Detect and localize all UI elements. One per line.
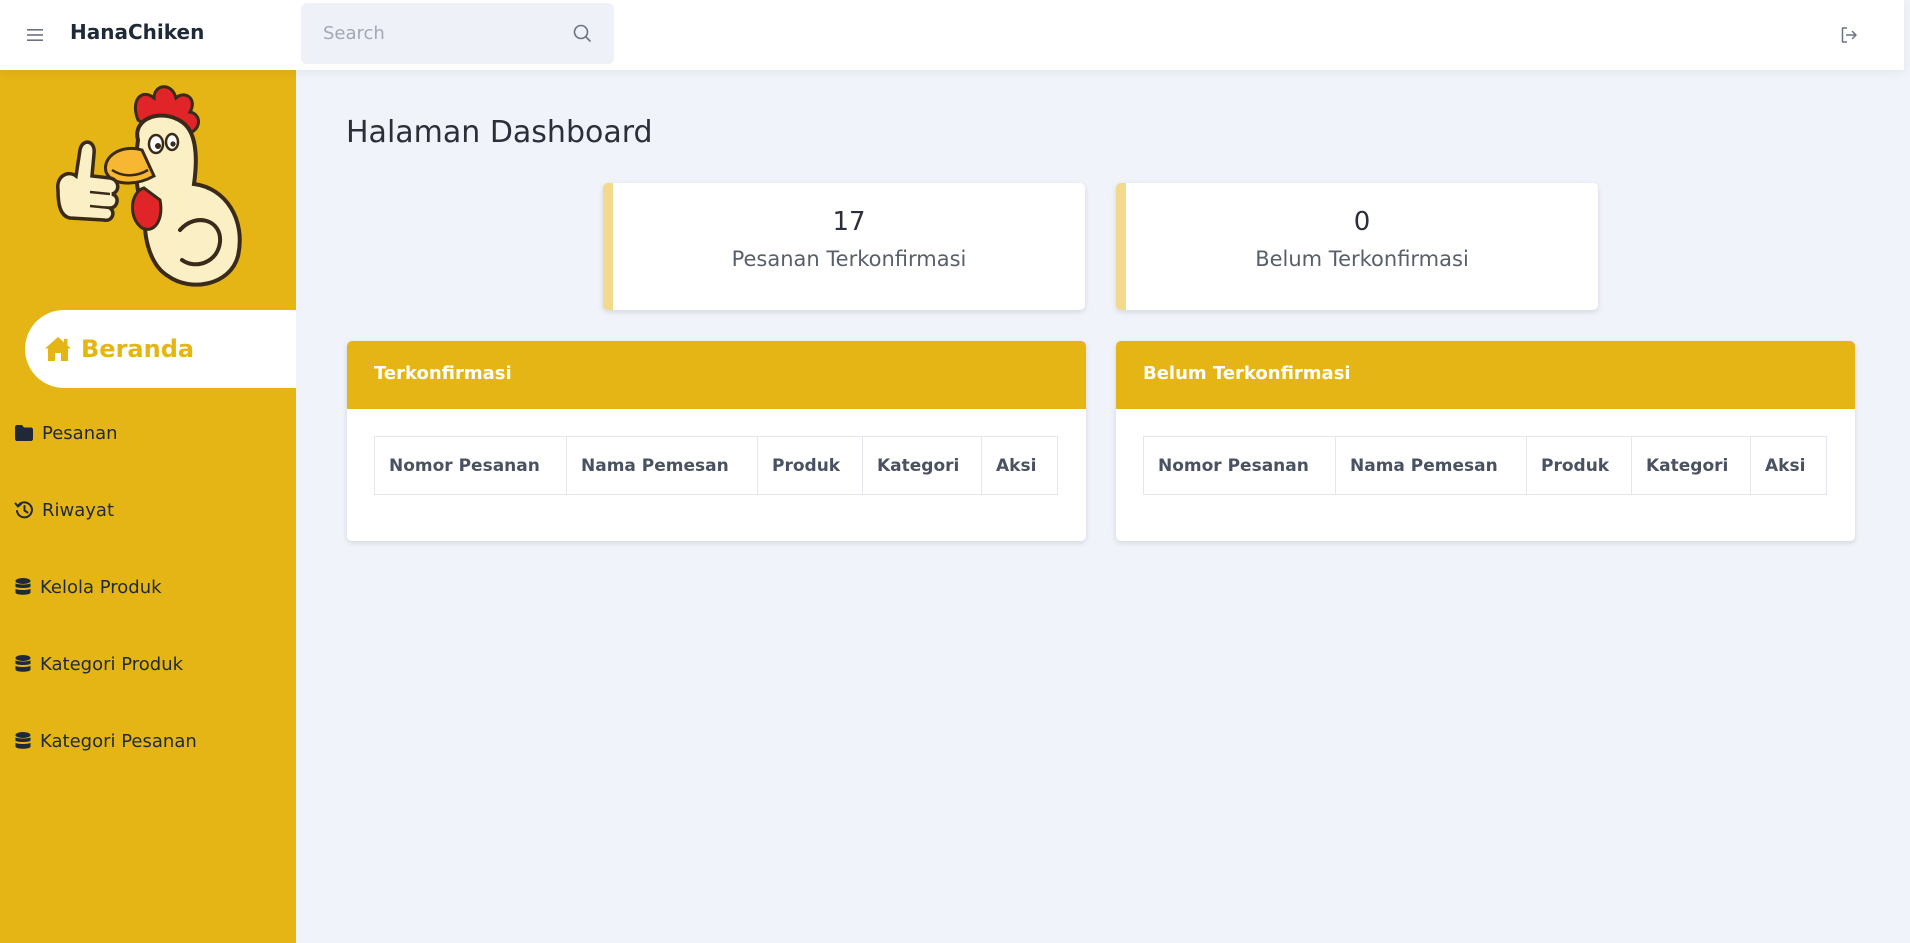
column-header: Nomor Pesanan (1143, 436, 1336, 495)
search-input[interactable] (323, 3, 563, 64)
chicken-logo (56, 85, 242, 287)
brand-name: HanaChiken (70, 20, 205, 44)
stat-card-unconfirmed: 0 Belum Terkonfirmasi (1116, 183, 1598, 310)
sidebar-item-label: Kategori Pesanan (40, 730, 197, 752)
stat-card-confirmed: 17 Pesanan Terkonfirmasi (603, 183, 1085, 310)
column-header: Aksi (1750, 436, 1827, 495)
sidebar-item-riwayat[interactable]: Riwayat (14, 490, 114, 530)
column-header: Nama Pemesan (566, 436, 758, 495)
stat-label: Belum Terkonfirmasi (1255, 247, 1469, 271)
page-title: Halaman Dashboard (346, 115, 653, 150)
sidebar-item-kategori-produk[interactable]: Kategori Produk (14, 644, 183, 684)
panel-title: Terkonfirmasi (347, 341, 1086, 409)
search-box (301, 3, 614, 64)
column-header: Nomor Pesanan (374, 436, 567, 495)
sidebar-item-label: Kategori Produk (40, 653, 184, 675)
history-icon (14, 501, 33, 519)
sidebar-item-label: Kelola Produk (40, 576, 162, 598)
top-bar: HanaChiken (0, 0, 1904, 70)
home-icon (45, 337, 71, 361)
table-header-row: Nomor Pesanan Nama Pemesan Produk Katego… (1143, 436, 1827, 495)
sidebar: Beranda Pesanan Riwayat Kelola Produk Ka… (0, 70, 296, 943)
column-header: Produk (757, 436, 863, 495)
sidebar-item-beranda[interactable]: Beranda (25, 310, 296, 388)
app-root: HanaChiken Search Beranda Pesanan Riwaya… (0, 0, 1910, 943)
sidebar-item-label: Riwayat (42, 499, 114, 521)
logout-icon[interactable] (1838, 24, 1860, 46)
sidebar-item-label: Beranda (81, 335, 195, 363)
stat-value: 0 (1353, 207, 1371, 237)
database-icon (15, 655, 31, 672)
sidebar-item-pesanan[interactable]: Pesanan (14, 413, 118, 453)
sidebar-item-kategori-pesanan[interactable]: Kategori Pesanan (14, 721, 197, 761)
column-header: Produk (1526, 436, 1632, 495)
column-header: Kategori (1631, 436, 1751, 495)
column-header: Nama Pemesan (1335, 436, 1527, 495)
table-header-row: Nomor Pesanan Nama Pemesan Produk Katego… (374, 436, 1058, 495)
database-icon (15, 578, 31, 595)
database-icon (15, 732, 31, 749)
sidebar-item-kelola-produk[interactable]: Kelola Produk (14, 567, 162, 607)
folder-icon (15, 425, 33, 441)
stat-label: Pesanan Terkonfirmasi (731, 247, 967, 271)
unconfirmed-orders-panel: Belum Terkonfirmasi Nomor Pesanan Nama P… (1116, 341, 1855, 541)
confirmed-orders-table: Nomor Pesanan Nama Pemesan Produk Katego… (374, 436, 1058, 495)
unconfirmed-orders-table: Nomor Pesanan Nama Pemesan Produk Katego… (1143, 436, 1827, 495)
hamburger-menu-icon[interactable] (24, 24, 46, 46)
confirmed-orders-panel: Terkonfirmasi Nomor Pesanan Nama Pemesan… (347, 341, 1086, 541)
column-header: Kategori (862, 436, 982, 495)
stat-value: 17 (832, 207, 866, 237)
column-header: Aksi (981, 436, 1058, 495)
search-icon[interactable] (571, 22, 593, 44)
panel-title: Belum Terkonfirmasi (1116, 341, 1855, 409)
sidebar-item-label: Pesanan (42, 422, 118, 444)
